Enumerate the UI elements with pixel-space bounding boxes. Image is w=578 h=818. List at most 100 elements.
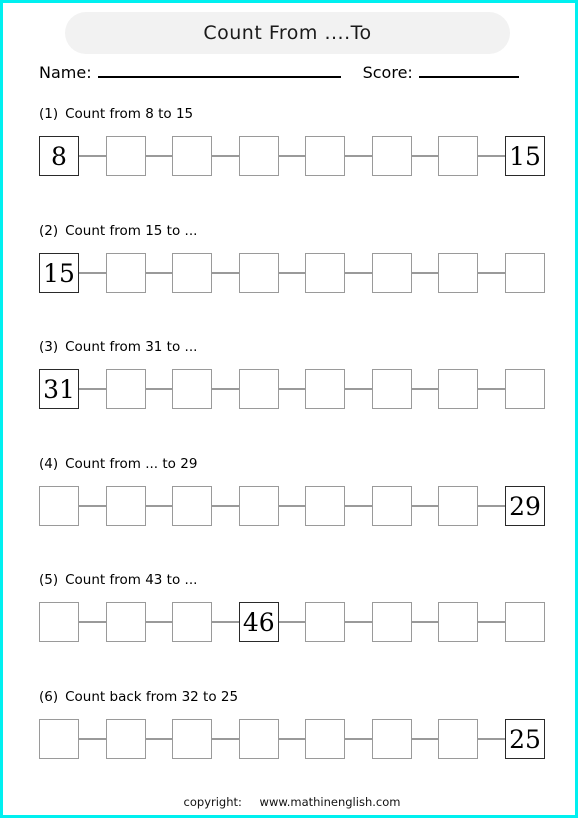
question-5: (5) Count from 43 to ... 46 bbox=[39, 572, 546, 645]
question-label: (3) Count from 31 to ... bbox=[39, 339, 545, 355]
chain-connector bbox=[411, 388, 439, 390]
number-box-empty[interactable] bbox=[505, 602, 546, 642]
question-text: Count from 43 to ... bbox=[65, 572, 198, 588]
chain-connector bbox=[345, 155, 372, 157]
chain-connector bbox=[79, 505, 106, 507]
number-box-empty[interactable] bbox=[371, 602, 412, 642]
chain-connector bbox=[212, 738, 239, 740]
question-text: Count back from 32 to 25 bbox=[65, 689, 239, 705]
number-box-empty[interactable] bbox=[238, 719, 279, 759]
number-box-empty[interactable] bbox=[39, 486, 79, 526]
chain-connector bbox=[345, 272, 372, 274]
number-box-filled[interactable]: 8 bbox=[39, 136, 79, 176]
question-text: Count from ... to 29 bbox=[65, 456, 198, 472]
chain-connector bbox=[478, 388, 506, 390]
number-box-empty[interactable] bbox=[438, 719, 479, 759]
chain-connector bbox=[145, 388, 173, 390]
number-box-empty[interactable] bbox=[105, 136, 146, 176]
number-chain: 25 bbox=[39, 716, 546, 762]
chain-connector bbox=[278, 505, 306, 507]
number-box-empty[interactable] bbox=[371, 369, 412, 409]
name-input-line[interactable] bbox=[97, 75, 341, 78]
number-box-filled[interactable]: 31 bbox=[39, 369, 79, 409]
chain-connector bbox=[478, 621, 506, 623]
question-label: (5) Count from 43 to ... bbox=[39, 572, 545, 588]
number-box-value: 15 bbox=[509, 141, 541, 171]
number-box-empty[interactable] bbox=[172, 253, 213, 293]
score-label: Score: bbox=[362, 63, 413, 82]
question-text: Count from 15 to ... bbox=[65, 223, 198, 239]
number-box-empty[interactable] bbox=[305, 602, 346, 642]
number-box-empty[interactable] bbox=[438, 253, 479, 293]
chain-connector bbox=[345, 388, 372, 390]
chain-connector bbox=[411, 505, 439, 507]
number-box-empty[interactable] bbox=[172, 602, 213, 642]
chain-connector bbox=[278, 621, 306, 623]
chain-connector bbox=[278, 272, 306, 274]
number-box-filled[interactable]: 29 bbox=[505, 486, 546, 526]
number-box-empty[interactable] bbox=[238, 486, 279, 526]
number-box-empty[interactable] bbox=[438, 136, 479, 176]
footer: copyright: www.mathinenglish.com bbox=[3, 795, 575, 809]
number-box-empty[interactable] bbox=[105, 719, 146, 759]
question-label: (1) Count from 8 to 15 bbox=[39, 106, 545, 122]
name-label: Name: bbox=[39, 63, 92, 82]
number-box-empty[interactable] bbox=[238, 369, 279, 409]
question-1: (1) Count from 8 to 15 8 15 bbox=[39, 106, 546, 179]
chain-connector bbox=[145, 155, 173, 157]
number-box-empty[interactable] bbox=[39, 602, 79, 642]
website-link[interactable]: www.mathinenglish.com bbox=[260, 795, 401, 809]
number-box-empty[interactable] bbox=[39, 719, 79, 759]
number-box-empty[interactable] bbox=[371, 136, 412, 176]
number-box-empty[interactable] bbox=[105, 486, 146, 526]
number-box-empty[interactable] bbox=[172, 486, 213, 526]
number-chain: 29 bbox=[39, 483, 546, 529]
question-3: (3) Count from 31 to ... 31 bbox=[39, 339, 546, 412]
question-number: (1) bbox=[39, 106, 59, 122]
number-box-empty[interactable] bbox=[105, 369, 146, 409]
question-text: Count from 8 to 15 bbox=[65, 106, 194, 122]
number-box-filled[interactable]: 25 bbox=[505, 719, 546, 759]
number-box-empty[interactable] bbox=[505, 253, 546, 293]
number-box-empty[interactable] bbox=[172, 369, 213, 409]
number-box-empty[interactable] bbox=[172, 136, 213, 176]
chain-connector bbox=[212, 272, 239, 274]
number-box-empty[interactable] bbox=[238, 253, 279, 293]
chain-connector bbox=[478, 272, 506, 274]
number-box-empty[interactable] bbox=[505, 369, 546, 409]
number-box-empty[interactable] bbox=[305, 253, 346, 293]
chain-connector bbox=[345, 621, 372, 623]
chain-connector bbox=[145, 738, 173, 740]
number-box-empty[interactable] bbox=[371, 253, 412, 293]
chain-connector bbox=[79, 738, 106, 740]
chain-connector bbox=[79, 272, 106, 274]
number-box-empty[interactable] bbox=[371, 486, 412, 526]
number-box-empty[interactable] bbox=[305, 369, 346, 409]
number-box-empty[interactable] bbox=[105, 253, 146, 293]
number-box-value: 46 bbox=[242, 607, 275, 637]
number-box-value: 31 bbox=[43, 374, 75, 404]
number-box-empty[interactable] bbox=[238, 136, 279, 176]
number-chain: 15 bbox=[39, 250, 546, 296]
chain-connector bbox=[212, 155, 239, 157]
score-input-line[interactable] bbox=[418, 75, 519, 78]
number-chain: 31 bbox=[39, 366, 546, 412]
number-box-empty[interactable] bbox=[172, 719, 213, 759]
number-box-empty[interactable] bbox=[105, 602, 146, 642]
number-box-filled[interactable]: 46 bbox=[238, 602, 279, 642]
number-box-empty[interactable] bbox=[371, 719, 412, 759]
question-number: (2) bbox=[39, 223, 59, 239]
chain-connector bbox=[411, 621, 439, 623]
number-chain: 8 15 bbox=[39, 133, 546, 179]
number-box-empty[interactable] bbox=[438, 369, 479, 409]
number-box-empty[interactable] bbox=[305, 486, 346, 526]
number-box-empty[interactable] bbox=[438, 486, 479, 526]
number-box-empty[interactable] bbox=[438, 602, 479, 642]
chain-connector bbox=[145, 272, 173, 274]
chain-connector bbox=[212, 621, 239, 623]
number-box-empty[interactable] bbox=[305, 136, 346, 176]
number-box-empty[interactable] bbox=[305, 719, 346, 759]
number-box-filled[interactable]: 15 bbox=[39, 253, 79, 293]
number-box-filled[interactable]: 15 bbox=[505, 136, 546, 176]
question-label: (4) Count from ... to 29 bbox=[39, 456, 545, 472]
